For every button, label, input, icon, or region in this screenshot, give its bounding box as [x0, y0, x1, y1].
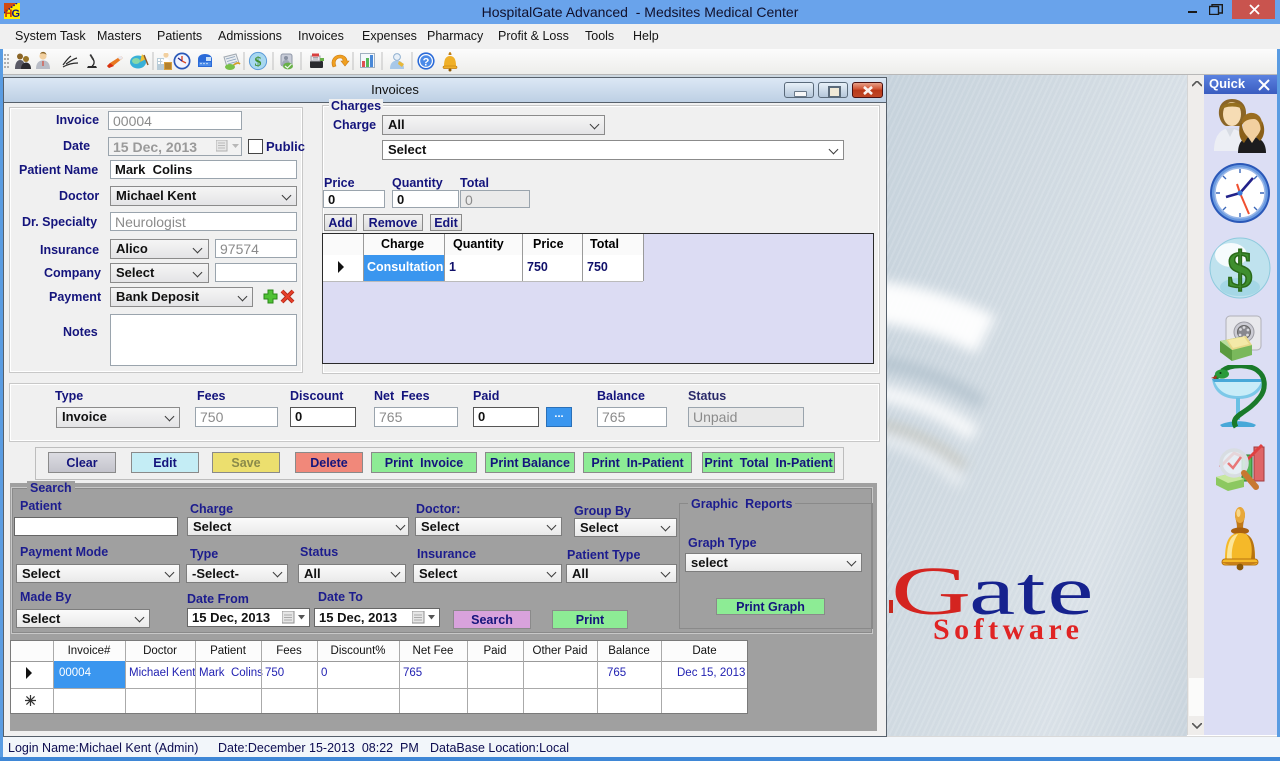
svg-text:$: $ — [255, 55, 262, 70]
svg-text:?: ? — [423, 57, 430, 69]
svg-text:G: G — [12, 8, 21, 19]
svg-text:$: $ — [1227, 242, 1253, 299]
